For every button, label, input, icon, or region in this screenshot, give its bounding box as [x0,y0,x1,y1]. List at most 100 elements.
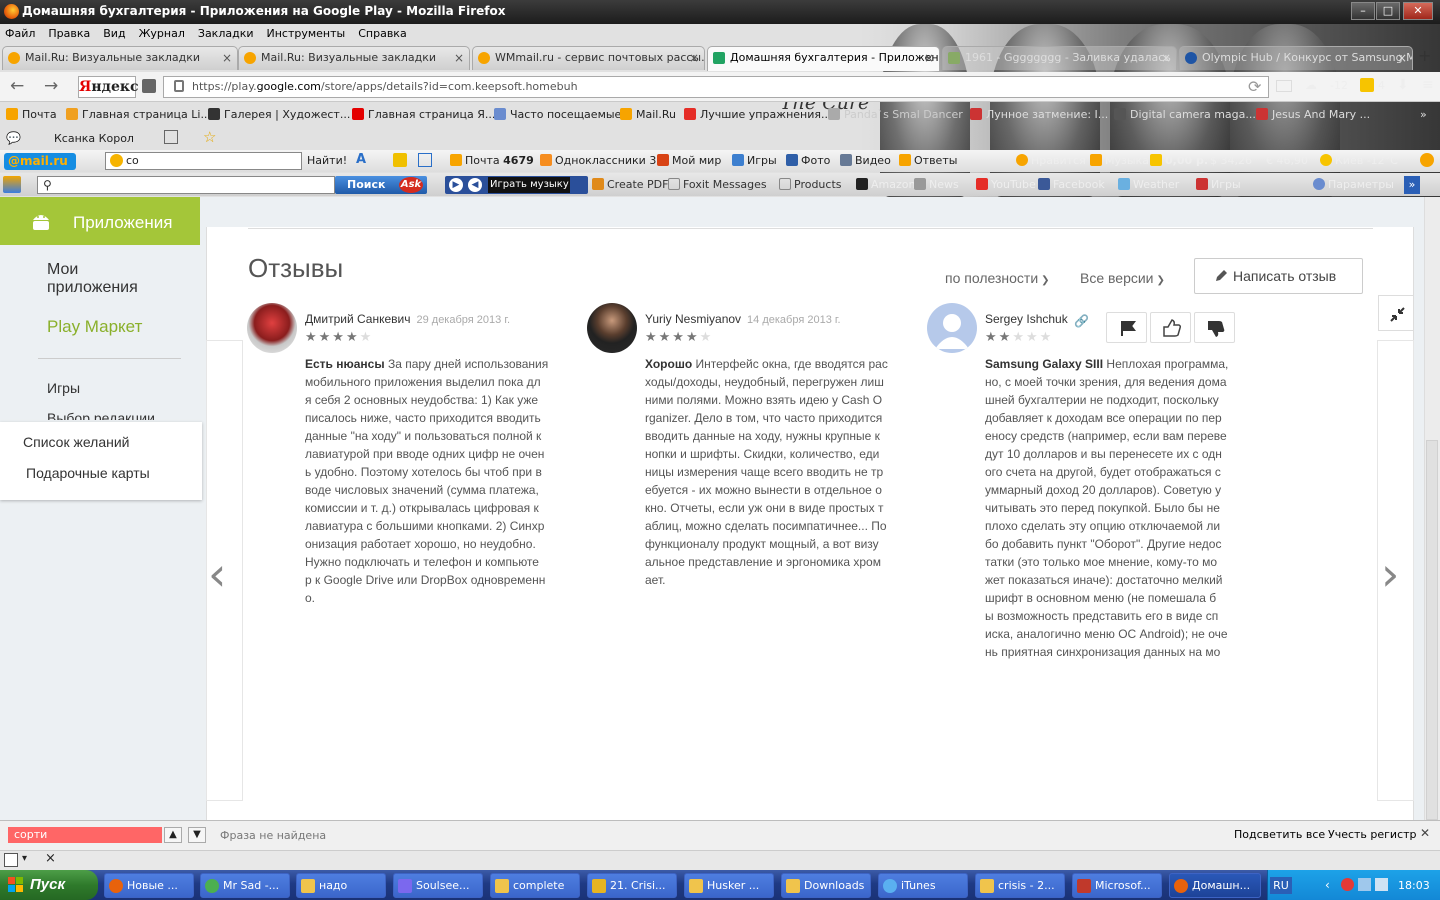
wishlist-link[interactable]: Список желаний [23,434,129,450]
next-arrow-icon[interactable]: › [1381,547,1399,601]
foxit-messages-button[interactable]: Foxit Messages [668,178,767,191]
tray-expand-icon[interactable]: ‹ [1325,878,1330,892]
toolbar-music[interactable]: Музыка [1090,154,1149,167]
antivirus-icon[interactable] [1341,878,1354,891]
sidebar-item-play-market[interactable]: Play Маркет [47,317,142,337]
bookmark[interactable]: Лунное затмение: I... [970,108,1108,121]
taskbar-item[interactable]: 21. Crisi... [587,873,677,898]
prev-arrow-icon[interactable]: ‹ [208,547,226,601]
bookmark[interactable]: Главная страница Li... [66,108,211,121]
taskbar-item-active[interactable]: Домашн... [1169,873,1261,898]
gift-cards-link[interactable]: Подарочные карты [26,465,150,481]
amazon-button[interactable]: Amazon [856,178,915,191]
bookmark[interactable]: Лучшие упражнения... [684,108,832,121]
volume-icon[interactable]: ◀ [468,178,482,192]
tab[interactable]: WMmail.ru - сервис почтовых рассы... × [472,46,705,70]
menu-bookmarks[interactable]: Закладки [198,24,254,43]
bookmark[interactable]: Галерея | Художест... [208,108,350,121]
review-author[interactable]: Sergey Ishchuk [985,312,1068,326]
font-icon[interactable]: A [356,152,366,167]
find-previous-button[interactable]: ▲ [164,827,182,843]
collapse-button[interactable] [1378,295,1414,331]
thumbs-down-button[interactable] [1194,312,1235,343]
menu-edit[interactable]: Правка [48,24,90,43]
url-bar[interactable]: https://play.google.com/store/apps/detai… [163,76,1269,98]
avatar[interactable] [247,303,297,353]
screenshot-icon[interactable] [418,153,432,167]
language-indicator[interactable]: RU [1270,877,1292,894]
games-button[interactable]: Игры [1196,178,1241,191]
tab-close-icon[interactable]: × [454,47,464,69]
menu-help[interactable]: Справка [358,24,406,43]
tab-close-icon[interactable]: × [1161,47,1171,69]
bookmark[interactable]: Jesus And Mary ... [1256,108,1370,121]
menu-icon[interactable]: ≡ [1422,77,1434,93]
start-button[interactable]: Пуск [0,870,98,900]
highlighter-icon[interactable] [393,153,407,167]
review-author[interactable]: Дмитрий Санкевич 29 декабря 2013 г. [305,312,510,326]
tab-close-icon[interactable]: × [689,47,699,69]
addon-close-icon[interactable]: × [45,851,56,866]
taskbar-item[interactable]: Новые ... [104,873,194,898]
mailru-search-input[interactable]: co [105,152,302,170]
find-next-button[interactable]: ▼ [188,827,206,843]
toolbar-balance[interactable]: 0,00 р. [1150,154,1208,167]
toolbar-photo[interactable]: Фото [786,154,830,167]
ask-search-button[interactable]: Поиск Ask [335,176,427,194]
back-button[interactable]: ← [10,76,24,96]
toolbar-overflow-button[interactable]: » [1404,176,1420,194]
taskbar-item[interactable]: Mr Sad -... [200,873,290,898]
menu-tools[interactable]: Инструменты [267,24,346,43]
speech-bubble-icon[interactable]: 💬 [6,131,21,145]
find-input[interactable]: сорти [8,827,162,843]
taskbar-item[interactable]: iTunes [878,873,968,898]
weather-button[interactable]: Weather [1118,178,1179,191]
reload-icon[interactable]: ⟳ [1248,77,1261,96]
bookmark[interactable]: Главная страница Я... [352,108,495,121]
thumbs-up-button[interactable] [1150,312,1191,343]
sidebar-item-my-apps[interactable]: Мои приложения [47,261,138,297]
toolbar-eur[interactable]: € 46,90 [1266,154,1308,167]
news-button[interactable]: News [914,178,959,191]
addon-icon[interactable] [4,853,18,867]
addon-dropdown-icon[interactable]: ▾ [22,853,27,864]
sidebar-item-editors-choice[interactable]: Выбор редакции [47,410,155,420]
tab[interactable]: Olympic Hub / Конкурс от Samsung M... × [1179,46,1413,70]
taskbar-item[interactable]: Soulsee... [393,873,483,898]
tab[interactable]: Mail.Ru: Визуальные закладки × [2,46,238,70]
highlight-all-button[interactable]: Подсветить все [1234,828,1325,841]
download-icon[interactable]: ⬇ [1397,77,1409,93]
find-button[interactable]: Найти! [307,154,347,167]
mailru-logo[interactable]: @mail.ru [4,153,76,170]
toolbar-mail[interactable]: Почта 4679 [450,154,534,167]
minimize-button[interactable]: – [1351,2,1375,20]
weather-icon[interactable]: ☁ [1305,78,1317,92]
bookmark[interactable]: Часто посещаемые [494,108,621,121]
taskbar-item[interactable]: complete [490,873,580,898]
user-name[interactable]: Ксанка Корол [54,132,134,145]
mail-icon[interactable] [1276,80,1292,92]
toolbar-weather[interactable]: Киев -12°C [1320,154,1398,167]
bookmark[interactable]: Mail.Ru [620,108,676,121]
toolbar-odnoklassniki[interactable]: Одноклассники 3 [540,154,656,167]
bookmark[interactable]: Почта [6,108,57,121]
taskbar-item[interactable]: Microsof... [1072,873,1162,898]
bookmarks-overflow-icon[interactable]: » [1420,108,1427,121]
toolbar-answers[interactable]: Ответы [899,154,957,167]
volume-icon[interactable] [1375,878,1388,891]
facebook-button[interactable]: Facebook [1038,178,1105,191]
ask-search-input[interactable] [37,176,335,194]
toolbar-video[interactable]: Видео [840,154,891,167]
write-review-button[interactable]: Написать отзыв [1194,258,1363,294]
network-icon[interactable] [1358,878,1371,891]
youtube-button[interactable]: YouTube [976,178,1036,191]
maximize-button[interactable]: □ [1376,2,1400,20]
tab-active[interactable]: Домашняя бухгалтерия - Приложен... × [707,46,940,71]
parameters-button[interactable]: Параметры [1313,178,1394,191]
create-pdf-button[interactable]: Create PDF [592,178,668,191]
new-tab-button[interactable]: + [1418,46,1431,65]
taskbar-item[interactable]: Husker ... [684,873,774,898]
scrollbar-thumb[interactable] [1426,440,1438,820]
play-icon[interactable]: ▶ [449,178,463,192]
tab-close-icon[interactable]: × [222,47,232,69]
